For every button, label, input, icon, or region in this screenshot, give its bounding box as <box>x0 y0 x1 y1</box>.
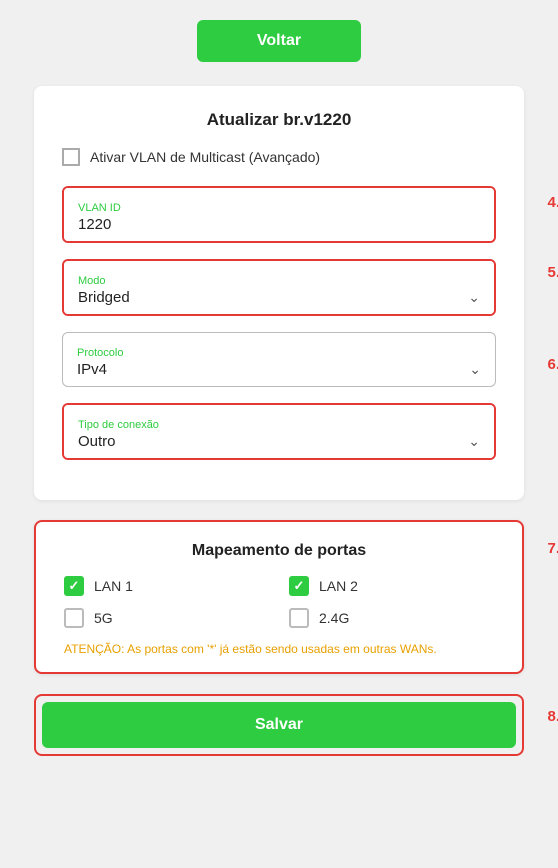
multicast-checkbox[interactable] <box>62 148 80 166</box>
annotation-8: 8. <box>547 708 558 725</box>
port-5g-label: 5G <box>94 610 113 626</box>
modo-value: Bridged <box>78 289 130 306</box>
ports-grid: LAN 1 LAN 2 5G 2.4G <box>64 576 494 628</box>
port-5g[interactable]: 5G <box>64 608 269 628</box>
annotation-6: 6. <box>547 356 558 373</box>
modo-field[interactable]: Modo Bridged ⌄ <box>62 259 496 316</box>
modo-chevron-icon: ⌄ <box>468 289 480 306</box>
salvar-outer-border: Salvar <box>34 694 524 756</box>
port-lan1[interactable]: LAN 1 <box>64 576 269 596</box>
port-lan2-checkbox[interactable] <box>289 576 309 596</box>
card-title: Atualizar br.v1220 <box>62 110 496 130</box>
main-card: Atualizar br.v1220 Ativar VLAN de Multic… <box>34 86 524 500</box>
annotation-4: 4. <box>547 194 558 211</box>
tipo-conexao-field[interactable]: Tipo de conexão Outro ⌄ <box>62 403 496 460</box>
port-warning: ATENÇÃO: As portas com '*' já estão send… <box>64 642 494 656</box>
multicast-checkbox-label: Ativar VLAN de Multicast (Avançado) <box>90 149 320 165</box>
tipo-conexao-label: Tipo de conexão <box>78 419 480 431</box>
modo-label: Modo <box>78 275 480 287</box>
vlan-id-field[interactable]: VLAN ID 1220 <box>62 186 496 243</box>
protocolo-value: IPv4 <box>77 361 107 378</box>
port-24g[interactable]: 2.4G <box>289 608 494 628</box>
port-5g-checkbox[interactable] <box>64 608 84 628</box>
port-24g-checkbox[interactable] <box>289 608 309 628</box>
protocolo-chevron-icon: ⌄ <box>469 361 481 378</box>
port-lan2-label: LAN 2 <box>319 578 358 594</box>
salvar-button[interactable]: Salvar <box>42 702 516 748</box>
tipo-conexao-value: Outro <box>78 433 116 450</box>
voltar-button[interactable]: Voltar <box>197 20 361 62</box>
port-mapping-card: Mapeamento de portas LAN 1 LAN 2 5G 2.4G… <box>34 520 524 674</box>
protocolo-field[interactable]: Protocolo IPv4 ⌄ <box>62 332 496 387</box>
vlan-id-label: VLAN ID <box>78 202 480 214</box>
port-lan1-checkbox[interactable] <box>64 576 84 596</box>
vlan-id-value: 1220 <box>78 216 480 233</box>
annotation-7: 7. <box>547 540 558 557</box>
tipo-conexao-chevron-icon: ⌄ <box>468 433 480 450</box>
port-mapping-title: Mapeamento de portas <box>64 542 494 560</box>
port-lan2[interactable]: LAN 2 <box>289 576 494 596</box>
port-24g-label: 2.4G <box>319 610 349 626</box>
multicast-checkbox-row[interactable]: Ativar VLAN de Multicast (Avançado) <box>62 148 496 166</box>
protocolo-label: Protocolo <box>77 347 481 359</box>
port-lan1-label: LAN 1 <box>94 578 133 594</box>
annotation-5: 5. <box>547 264 558 281</box>
